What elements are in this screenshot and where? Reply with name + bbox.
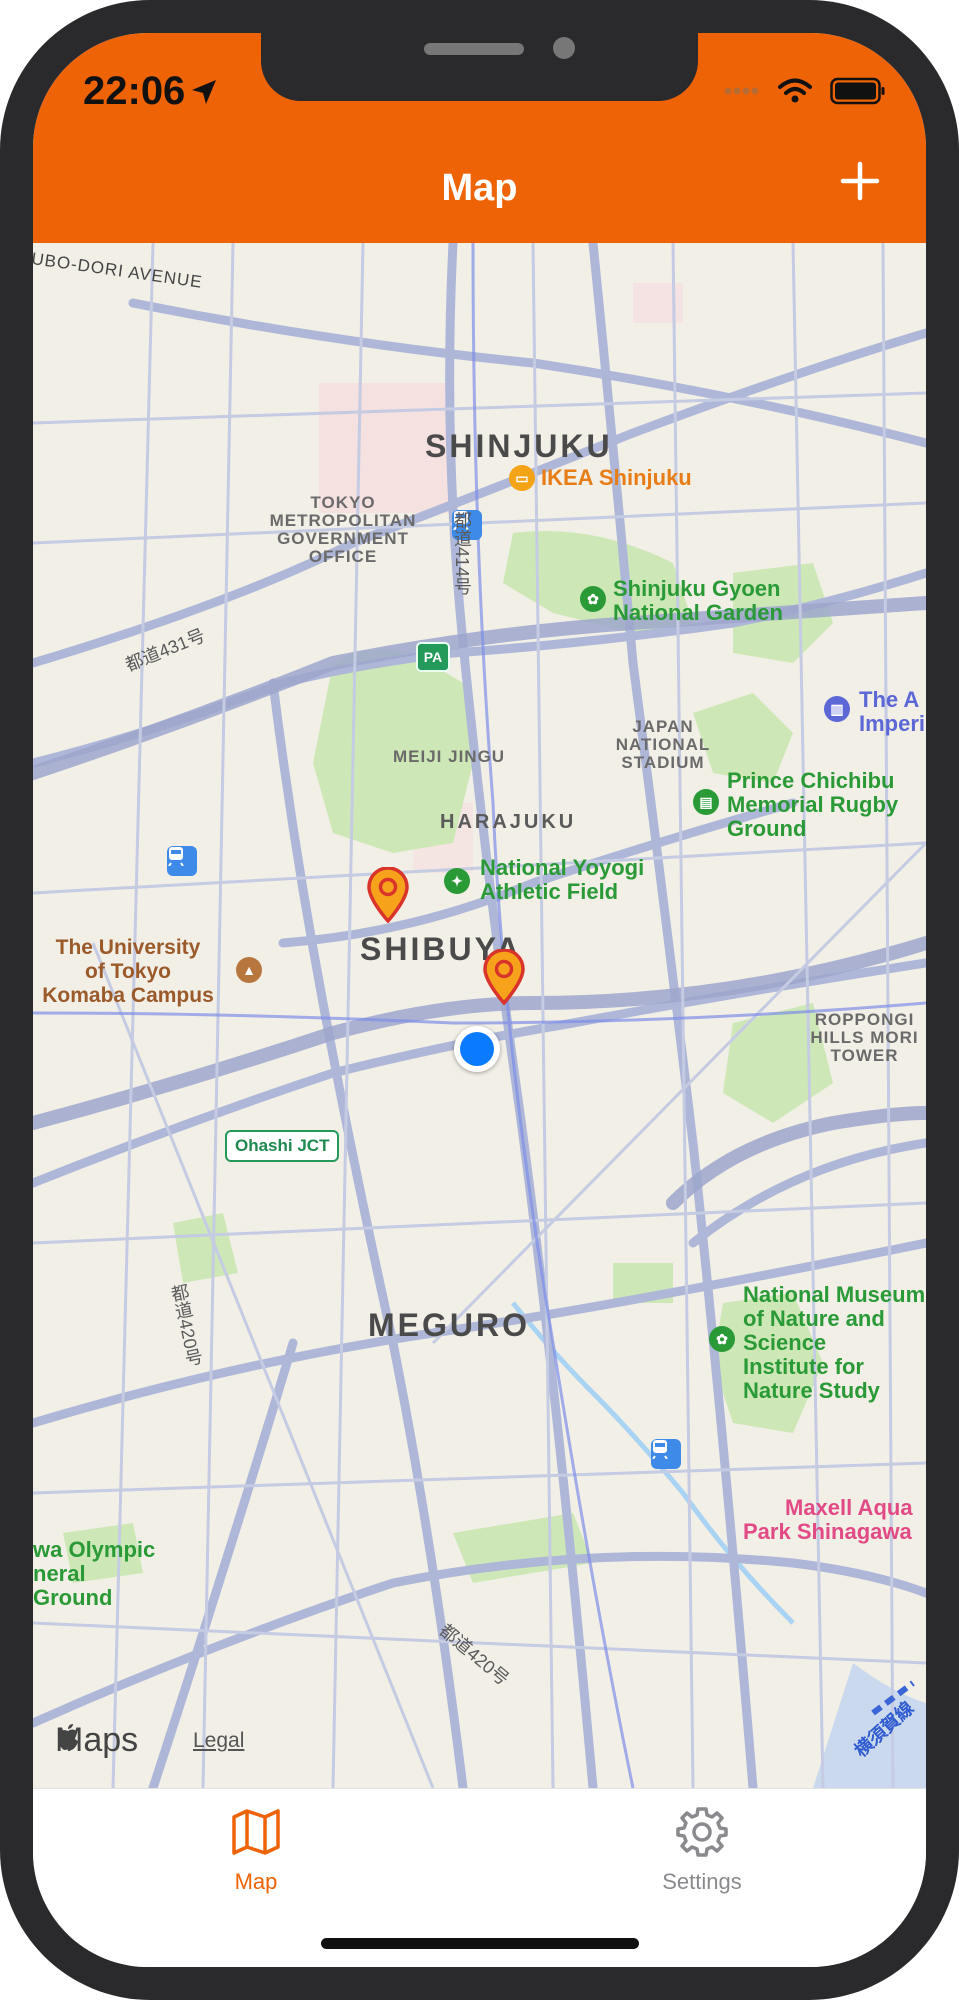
university-poi-icon[interactable]: ▲ [236,957,262,983]
tab-settings[interactable]: Settings [479,1789,925,1909]
gear-icon [676,1807,728,1857]
maps-attribution: Maps [55,1721,138,1760]
add-button[interactable] [832,153,888,209]
museum-label-1: National Museum [743,1282,926,1307]
ikea-label: IKEA Shinjuku [541,465,692,490]
olympic-label-1: wa Olympic [33,1537,156,1562]
road-414-label: 都道414号 [452,511,472,596]
meiji-label: MEIJI JINGU [393,747,506,766]
location-pin[interactable] [366,867,410,923]
yoyogi-label-2: Athletic Field [480,879,619,904]
park-poi-icon[interactable]: ✿ [580,586,606,612]
jns-label-1: JAPAN [632,717,694,736]
device-frame: 22:06 Map UBO-DORI AVENUE SHINJUKU SHIBU… [0,0,959,2000]
museum-label-2: of Nature and [743,1306,885,1331]
location-pin[interactable] [482,949,526,1005]
gyoen-label-2: National Garden [613,600,783,625]
maxell-label-1: Maxell Aqua [785,1495,913,1520]
home-indicator[interactable] [321,1938,639,1949]
utokyo-label-2: of Tokyo [85,960,171,983]
tab-map-label: Map [234,1869,278,1894]
signal-icon [724,87,759,95]
imperial-label-2: Imperi [859,711,926,736]
museum-label-4: Institute for [743,1354,864,1379]
olympic-label-2: neral [33,1561,86,1586]
chichibu-label-2: Memorial Rugby [727,792,899,817]
notch [261,33,698,101]
camera [553,37,575,59]
battery-icon [830,77,885,105]
speaker [424,43,524,55]
map-view[interactable]: UBO-DORI AVENUE SHINJUKU SHIBUYA MEGURO … [33,243,926,1788]
parking-area-badge[interactable]: PA [416,642,450,672]
legal-link[interactable]: Legal [193,1729,244,1753]
utokyo-label-3: Komaba Campus [42,984,214,1007]
nav-header: 22:06 Map [33,33,926,243]
wifi-icon [778,78,812,103]
landmark-poi-icon[interactable]: ▥ [824,696,850,722]
utokyo-label-1: The University [55,936,201,959]
user-location-core [460,1032,494,1066]
user-location-dot[interactable] [454,1026,500,1072]
maxell-label-2: Park Shinagawa [743,1519,912,1544]
museum-label-5: Nature Study [743,1378,880,1403]
location-arrow-icon [192,80,216,104]
chichibu-label-1: Prince Chichibu [727,768,895,793]
train-station-icon[interactable] [167,846,197,876]
page-title: Map [441,167,518,209]
museum-poi-icon[interactable]: ✿ [709,1326,735,1352]
apple-logo-icon [58,1724,78,1750]
tmgo-label-1: TOKYO [310,493,376,512]
stadium-poi-icon[interactable]: ▤ [693,789,719,815]
shopping-poi-icon[interactable]: ▭ [509,465,535,491]
ohashi-jct-badge[interactable]: Ohashi JCT [225,1130,340,1162]
tab-map[interactable]: Map [33,1789,479,1909]
district-meguro: MEGURO [368,1307,530,1343]
district-harajuku: HARAJUKU [440,811,577,833]
jns-label-3: STADIUM [621,753,705,772]
status-icons [724,77,886,105]
plus-icon [840,161,880,201]
train-station-icon[interactable] [651,1439,681,1469]
athletic-poi-icon[interactable]: ✦ [444,868,470,894]
jns-label-2: NATIONAL [615,735,711,754]
gyoen-label-1: Shinjuku Gyoen [613,576,781,601]
imperial-label-1: The A [859,687,920,712]
olympic-label-3: Ground [33,1585,113,1610]
map-icon [232,1809,280,1855]
tmgo-label-4: OFFICE [308,547,378,566]
roppongi-label-1: ROPPONGI [814,1010,915,1029]
status-time: 22:06 [83,69,186,113]
museum-label-3: Science [743,1330,827,1355]
tmgo-label-3: GOVERNMENT [277,529,409,548]
roppongi-label-2: HILLS MORI [810,1028,919,1047]
tmgo-label-2: METROPOLITAN [269,511,417,530]
yoyogi-label-1: National Yoyogi [480,855,645,880]
chichibu-label-3: Ground [727,816,807,841]
map-base [33,243,926,1788]
tab-bar: Map Settings [33,1788,926,1967]
district-shinjuku: SHINJUKU [425,428,613,464]
screen: 22:06 Map UBO-DORI AVENUE SHINJUKU SHIBU… [33,33,926,1967]
roppongi-label-3: TOWER [830,1046,899,1065]
tab-settings-label: Settings [662,1869,742,1894]
